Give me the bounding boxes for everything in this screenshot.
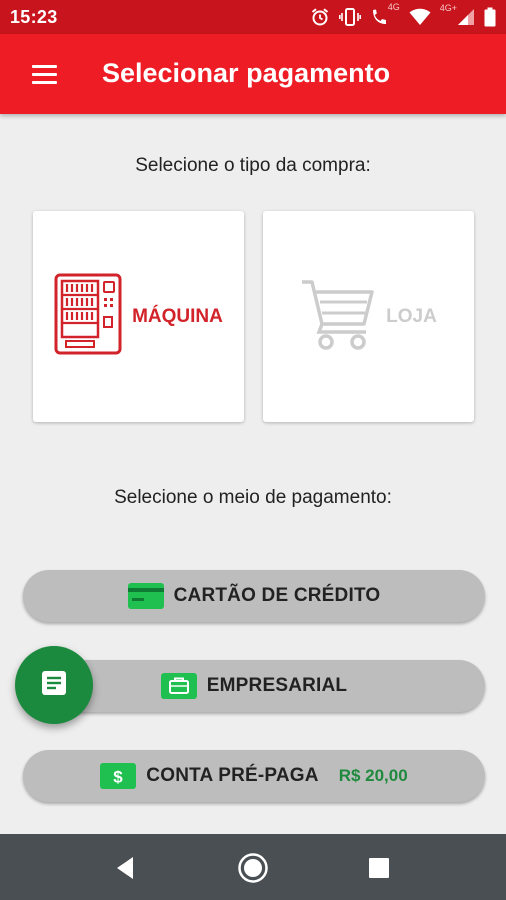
payment-method-prompt: Selecione o meio de pagamento: [114,487,392,508]
cellular-signal-icon: 4G+ [440,3,475,26]
vending-machine-icon [54,273,122,360]
status-icons: 4G 4G+ [310,2,496,28]
dollar-icon: $ [100,763,137,789]
battery-icon [484,7,496,27]
status-bar: 15:23 4G 4G+ [0,0,506,34]
empresarial-label: EMPRESARIAL [206,675,348,696]
purchase-type-prompt: Selecione o tipo da compra: [135,155,371,176]
credit-card-button[interactable]: CARTÃO DE CRÉDITO [23,570,485,622]
alarm-icon [310,7,330,27]
back-icon[interactable] [109,852,141,884]
app-bar: Selecionar pagamento [0,34,506,114]
prepaid-account-label: CONTA PRÉ-PAGA [146,765,319,786]
call-network-label: 4G [387,2,400,12]
credit-card-icon [127,583,164,609]
hamburger-menu-icon[interactable] [22,56,66,92]
vibrate-icon [338,7,361,27]
receipt-fab-button[interactable] [15,646,93,724]
status-time: 15:23 [10,7,58,27]
receipt-list-icon [40,669,68,702]
briefcase-icon [160,673,197,699]
svg-text:$: $ [114,768,124,787]
page-title: Selecionar pagamento [102,58,391,88]
purchase-type-maquina-label: MÁQUINA [132,305,223,327]
purchase-type-loja-label: LOJA [386,305,437,327]
network-type-label: 4G+ [439,3,457,13]
purchase-type-loja-card[interactable]: LOJA [263,211,474,422]
recents-icon[interactable] [363,852,395,884]
home-icon[interactable] [237,852,269,884]
wifi-icon [409,8,431,26]
shopping-cart-icon [300,276,376,357]
system-nav-bar [0,834,506,900]
prepaid-account-button[interactable]: $ CONTA PRÉ-PAGA R$ 20,00 [23,750,485,802]
credit-card-label: CARTÃO DE CRÉDITO [173,585,381,606]
wifi-call-icon: 4G [370,2,400,27]
purchase-type-maquina-card[interactable]: MÁQUINA [33,211,244,422]
prepaid-balance: R$ 20,00 [338,766,408,785]
